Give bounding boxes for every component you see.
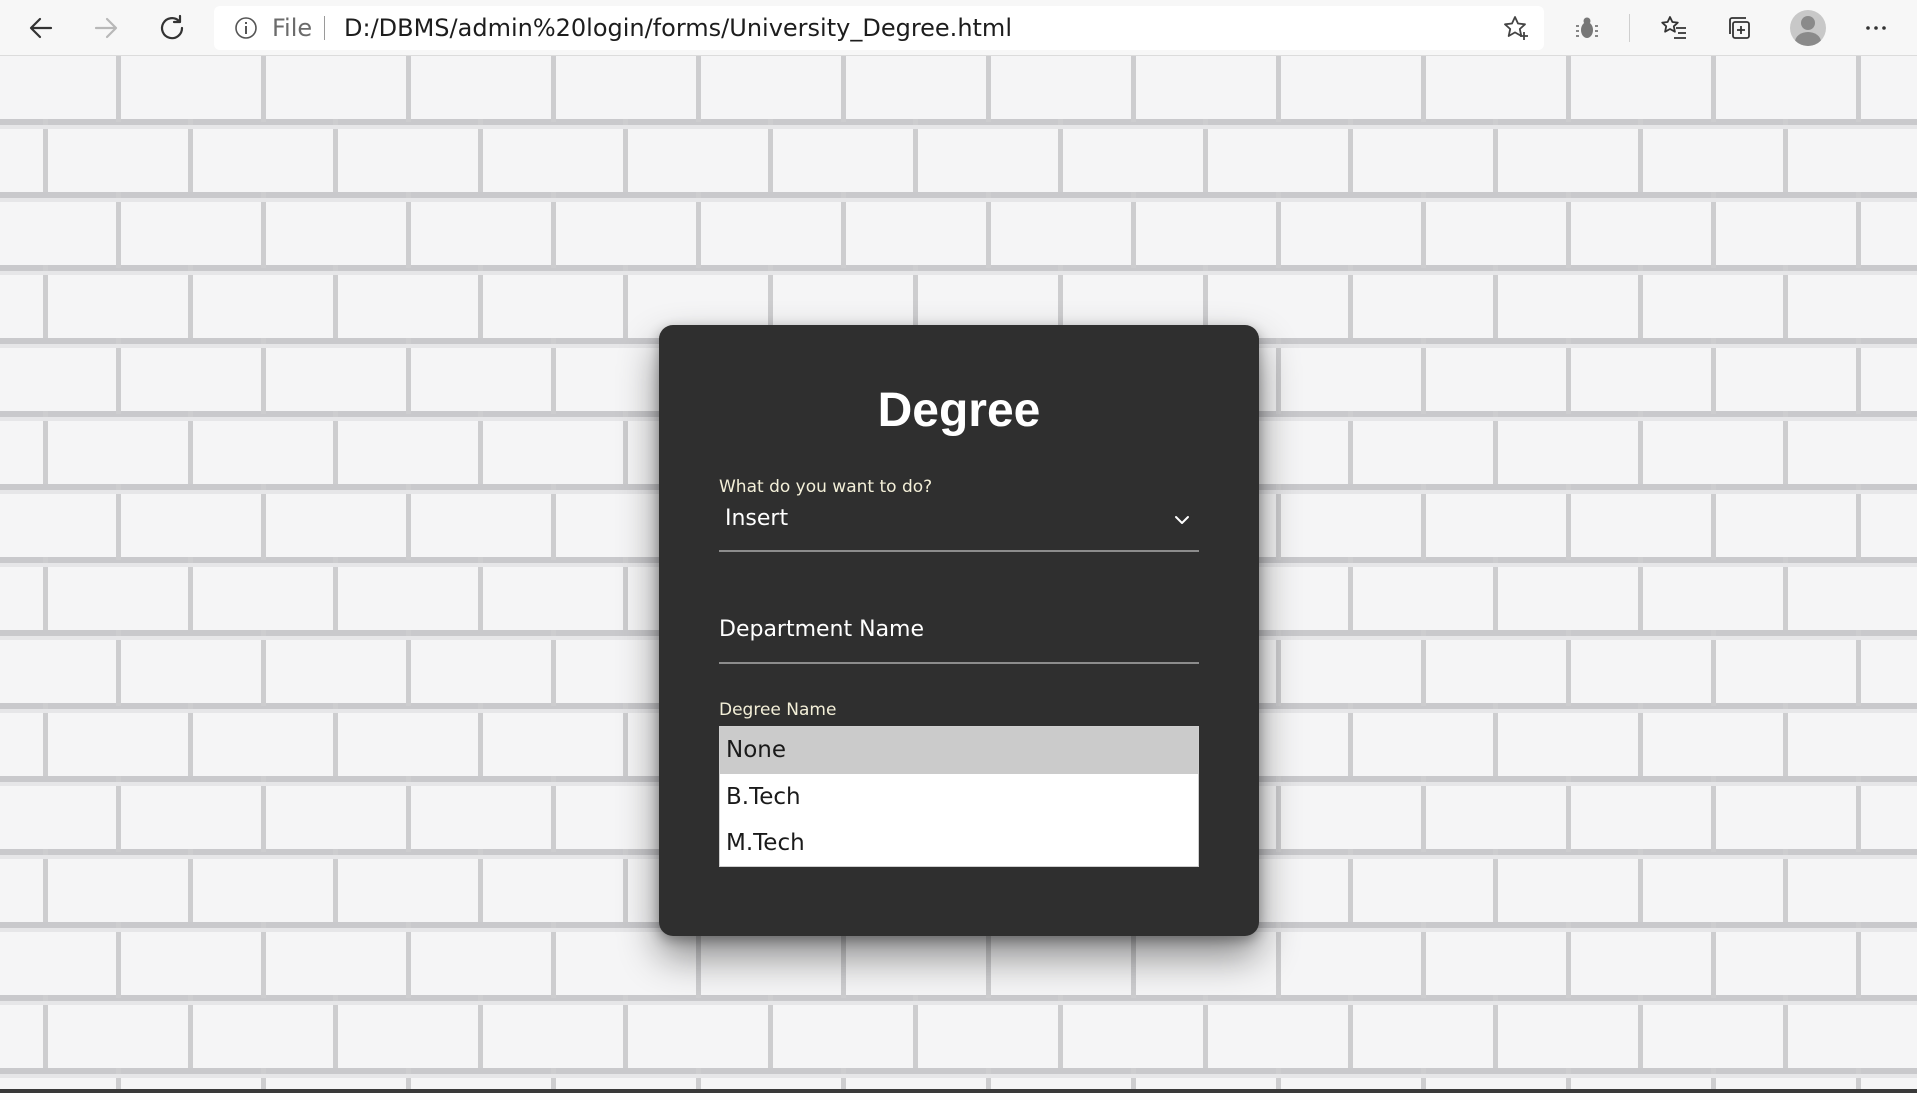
bug-icon	[1576, 17, 1598, 38]
profile-avatar[interactable]	[1790, 10, 1826, 46]
refresh-icon	[160, 14, 184, 40]
page-background: Degree What do you want to do? Insert De…	[0, 56, 1917, 1093]
back-button[interactable]	[19, 6, 63, 50]
address-bar[interactable]: File D:/DBMS/admin%20login/forms/Univers…	[214, 6, 1544, 50]
action-field-label: What do you want to do?	[719, 477, 933, 497]
action-select-underline	[719, 550, 1199, 552]
chevron-down-icon[interactable]	[1173, 511, 1191, 529]
collections-button[interactable]	[1718, 6, 1762, 50]
arrow-left-icon	[29, 17, 53, 39]
option-mtech[interactable]: M.Tech	[720, 820, 1198, 866]
department-input-underline	[719, 662, 1199, 664]
more-icon	[1866, 26, 1886, 30]
toolbar-divider	[1629, 14, 1630, 42]
browser-toolbar: File D:/DBMS/admin%20login/forms/Univers…	[0, 0, 1917, 56]
refresh-button[interactable]	[150, 6, 194, 50]
favorites-icon	[1661, 16, 1686, 39]
action-select[interactable]: Insert	[725, 506, 788, 531]
forward-button[interactable]	[84, 6, 128, 50]
address-divider	[324, 16, 325, 40]
degree-field-label: Degree Name	[719, 700, 837, 720]
info-icon[interactable]	[234, 16, 258, 40]
extension-button[interactable]	[1565, 6, 1609, 50]
form-title: Degree	[877, 384, 1041, 437]
department-name-input[interactable]: Department Name	[719, 617, 924, 642]
degree-options-list: None B.Tech M.Tech	[719, 726, 1199, 867]
collections-icon	[1729, 17, 1750, 39]
more-button[interactable]	[1854, 6, 1898, 50]
favorites-button[interactable]	[1652, 6, 1696, 50]
url-text[interactable]: D:/DBMS/admin%20login/forms/University_D…	[344, 14, 1012, 42]
arrow-right-icon	[94, 17, 118, 39]
option-btech[interactable]: B.Tech	[720, 774, 1198, 820]
window-bottom-edge	[0, 1089, 1917, 1093]
option-none[interactable]: None	[720, 727, 1198, 774]
star-add-icon[interactable]	[1502, 14, 1530, 42]
scheme-label: File	[272, 14, 313, 42]
